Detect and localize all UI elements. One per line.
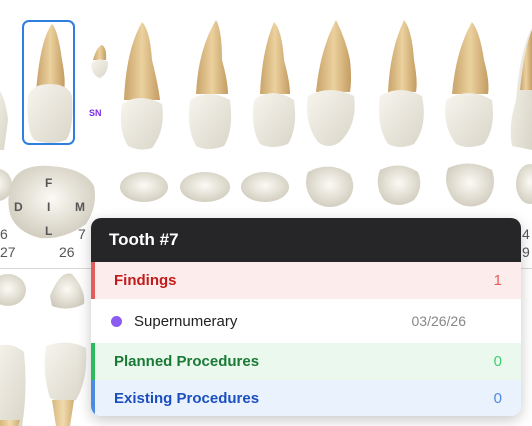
surface-label-incisal[interactable]: I [47,200,50,214]
lower-row [0,273,87,426]
occlusal-tooth-27[interactable] [0,274,26,306]
existing-procedures-section-header[interactable]: Existing Procedures 0 [91,380,521,416]
findings-section-header[interactable]: Findings 1 [91,262,521,299]
tooth-supernumerary[interactable] [91,45,108,78]
occlusal-tooth-26[interactable] [50,273,85,309]
occlusal-tooth-3[interactable] [306,166,354,207]
existing-procedures-count: 0 [493,390,502,407]
planned-procedures-label: Planned Procedures [114,353,260,370]
tooth-5[interactable] [188,20,232,149]
tooth-detail-popup: Tooth #7 Findings 1 Supernumerary 03/26/… [91,218,521,416]
tooth-partial-left[interactable] [0,80,8,150]
findings-count: 1 [493,272,502,289]
finding-name: Supernumerary [134,312,238,330]
tooth-number-6: 6 [0,226,8,242]
tooth-7-selection-outline[interactable] [22,20,75,145]
tooth-27[interactable] [0,344,26,426]
tooth-6[interactable] [120,22,163,150]
occlusal-tooth-5[interactable] [180,172,230,202]
tooth-number-4: 4 [522,226,530,242]
occlusal-tooth-4[interactable] [241,172,289,202]
surface-label-mesial[interactable]: M [75,200,85,214]
tooth-26[interactable] [44,342,87,402]
findings-label: Findings [114,272,177,289]
finding-date: 03/26/26 [411,313,467,329]
planned-procedures-count: 0 [493,353,502,370]
surface-label-distal[interactable]: D [14,200,23,214]
tooth-2[interactable] [379,20,424,147]
tooth-number-26: 26 [59,244,75,260]
finding-item[interactable]: Supernumerary 03/26/26 [91,299,521,343]
tooth-number-9: 9 [522,244,530,260]
tooth-1[interactable] [445,22,493,147]
tooth-3[interactable] [307,20,355,146]
planned-procedures-section-header[interactable]: Planned Procedures 0 [91,343,521,380]
tooth-number-27: 27 [0,244,16,260]
occlusal-tooth-2[interactable] [377,165,421,205]
existing-procedures-label: Existing Procedures [114,390,260,407]
tooth-4[interactable] [252,22,296,147]
surface-label-facial[interactable]: F [45,176,52,190]
occlusal-tooth-6[interactable] [120,172,168,202]
tooth-number-7-partial: 7 [78,226,86,242]
tooth-partial-right[interactable] [510,28,532,150]
finding-dot-icon [111,315,122,327]
surface-label-lingual[interactable]: L [45,224,52,238]
popup-title: Tooth #7 [91,218,521,262]
occlusal-tooth-1[interactable] [446,163,494,207]
supernumerary-badge: SN [89,108,102,118]
